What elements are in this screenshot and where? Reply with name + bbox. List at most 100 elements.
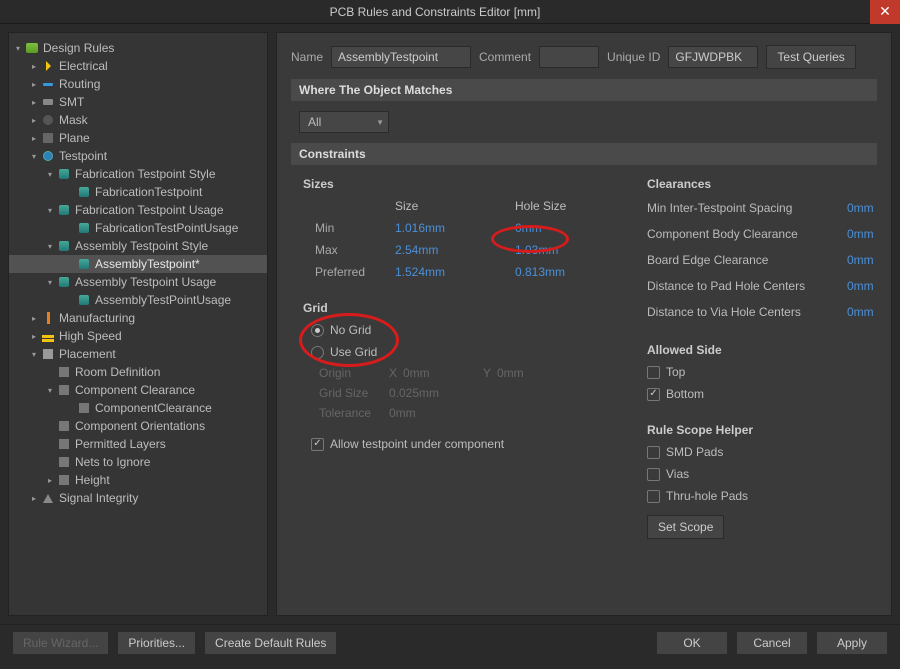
tree-label: AssemblyTestpoint* (95, 257, 200, 271)
caret-icon[interactable]: ▸ (45, 476, 55, 485)
tree-mfg[interactable]: ▸ Manufacturing (9, 309, 267, 327)
tree-testpoint[interactable]: ▾ Testpoint (9, 147, 267, 165)
tree-fab-style-rule[interactable]: FabricationTestpoint (9, 183, 267, 201)
allow-under-checkbox[interactable]: Allow testpoint under component (311, 433, 615, 455)
caret-icon[interactable]: ▾ (45, 242, 55, 251)
tree-mask[interactable]: ▸ Mask (9, 111, 267, 129)
tree-label: Testpoint (59, 149, 107, 163)
body-value[interactable]: 0mm (847, 227, 874, 241)
tree-label: Routing (59, 77, 100, 91)
caret-icon[interactable]: ▾ (13, 44, 23, 53)
intertp-value[interactable]: 0mm (847, 201, 874, 215)
caret-icon[interactable]: ▸ (29, 314, 39, 323)
tree-si[interactable]: ▸ Signal Integrity (9, 489, 267, 507)
rule-icon (57, 473, 71, 487)
tree-nets-ignore[interactable]: Nets to Ignore (9, 453, 267, 471)
tree-placement[interactable]: ▾ Placement (9, 345, 267, 363)
min-size-value[interactable]: 1.016mm (395, 221, 515, 235)
caret-icon[interactable]: ▾ (45, 278, 55, 287)
row-pref: Preferred (315, 265, 395, 279)
min-hole-value[interactable]: 0mm (515, 221, 615, 235)
name-input[interactable] (331, 46, 471, 68)
pad-value[interactable]: 0mm (847, 279, 874, 293)
tree-fab-usage[interactable]: ▾ Fabrication Testpoint Usage (9, 201, 267, 219)
rule-wizard-button[interactable]: Rule Wizard... (12, 631, 109, 655)
tolerance-label: Tolerance (319, 406, 389, 420)
bottom-side-checkbox[interactable]: Bottom (647, 383, 877, 405)
via-value[interactable]: 0mm (847, 305, 874, 319)
checkbox-icon (647, 388, 660, 401)
checkbox-icon (311, 438, 324, 451)
rule-icon (57, 239, 71, 253)
caret-icon[interactable]: ▸ (29, 80, 39, 89)
priorities-button[interactable]: Priorities... (117, 631, 196, 655)
where-header: Where The Object Matches (291, 79, 877, 101)
caret-icon[interactable]: ▾ (29, 152, 39, 161)
tree-comp-orient[interactable]: Component Orientations (9, 417, 267, 435)
rule-icon (77, 401, 91, 415)
tree-comp-clr-rule[interactable]: ComponentClearance (9, 399, 267, 417)
tree-perm-layers[interactable]: Permitted Layers (9, 435, 267, 453)
max-size-value[interactable]: 2.54mm (395, 243, 515, 257)
tree-height[interactable]: ▸ Height (9, 471, 267, 489)
ok-button[interactable]: OK (656, 631, 728, 655)
placement-icon (41, 347, 55, 361)
origin-y-value: 0mm (497, 366, 577, 380)
vias-checkbox[interactable]: Vias (647, 463, 877, 485)
tree-label: Nets to Ignore (75, 455, 150, 469)
caret-icon[interactable]: ▾ (45, 206, 55, 215)
tree-room[interactable]: Room Definition (9, 363, 267, 381)
caret-icon[interactable]: ▾ (29, 350, 39, 359)
scope-combo[interactable]: All ▼ (299, 111, 389, 133)
tree-label: Permitted Layers (75, 437, 166, 451)
caret-icon[interactable]: ▾ (45, 386, 55, 395)
cancel-button[interactable]: Cancel (736, 631, 808, 655)
scope-combo-value: All (308, 115, 321, 129)
thru-checkbox[interactable]: Thru-hole Pads (647, 485, 877, 507)
edge-value[interactable]: 0mm (847, 253, 874, 267)
tree-smt[interactable]: ▸ SMT (9, 93, 267, 111)
create-defaults-button[interactable]: Create Default Rules (204, 631, 337, 655)
caret-icon[interactable]: ▸ (29, 134, 39, 143)
top-side-checkbox[interactable]: Top (647, 361, 877, 383)
pref-size-value[interactable]: 1.524mm (395, 265, 515, 279)
tree-root[interactable]: ▾ Design Rules (9, 39, 267, 57)
tree-comp-clr[interactable]: ▾ Component Clearance (9, 381, 267, 399)
rule-icon (57, 419, 71, 433)
tree-label: Plane (59, 131, 90, 145)
test-queries-button[interactable]: Test Queries (766, 45, 855, 69)
set-scope-button[interactable]: Set Scope (647, 515, 724, 539)
caret-icon[interactable]: ▸ (29, 332, 39, 341)
tree-asm-style-rule[interactable]: AssemblyTestpoint* (9, 255, 267, 273)
tree-label: Placement (59, 347, 116, 361)
apply-button[interactable]: Apply (816, 631, 888, 655)
no-grid-radio[interactable]: No Grid (311, 319, 615, 341)
rules-tree[interactable]: ▾ Design Rules ▸ Electrical ▸ Routing ▸ … (8, 32, 268, 616)
folder-icon (25, 41, 39, 55)
y-label: Y (483, 366, 497, 380)
tree-asm-usage[interactable]: ▾ Assembly Testpoint Usage (9, 273, 267, 291)
comment-input[interactable] (539, 46, 599, 68)
tree-hs[interactable]: ▸ High Speed (9, 327, 267, 345)
sizes-header: Sizes (303, 177, 615, 191)
tree-electrical[interactable]: ▸ Electrical (9, 57, 267, 75)
close-button[interactable]: ✕ (870, 0, 900, 24)
tree-asm-usage-rule[interactable]: AssemblyTestPointUsage (9, 291, 267, 309)
use-grid-radio[interactable]: Use Grid (311, 341, 615, 363)
caret-icon[interactable]: ▾ (45, 170, 55, 179)
rule-icon (77, 257, 91, 271)
smd-checkbox[interactable]: SMD Pads (647, 441, 877, 463)
uid-input[interactable] (668, 46, 758, 68)
tree-fab-style[interactable]: ▾ Fabrication Testpoint Style (9, 165, 267, 183)
caret-icon[interactable]: ▸ (29, 62, 39, 71)
max-hole-value[interactable]: 1.03mm (515, 243, 615, 257)
tree-fab-usage-rule[interactable]: FabricationTestPointUsage (9, 219, 267, 237)
tree-plane[interactable]: ▸ Plane (9, 129, 267, 147)
caret-icon[interactable]: ▸ (29, 116, 39, 125)
tree-routing[interactable]: ▸ Routing (9, 75, 267, 93)
pref-hole-value[interactable]: 0.813mm (515, 265, 615, 279)
caret-icon[interactable]: ▸ (29, 494, 39, 503)
tree-label: Component Orientations (75, 419, 205, 433)
tree-asm-style[interactable]: ▾ Assembly Testpoint Style (9, 237, 267, 255)
caret-icon[interactable]: ▸ (29, 98, 39, 107)
